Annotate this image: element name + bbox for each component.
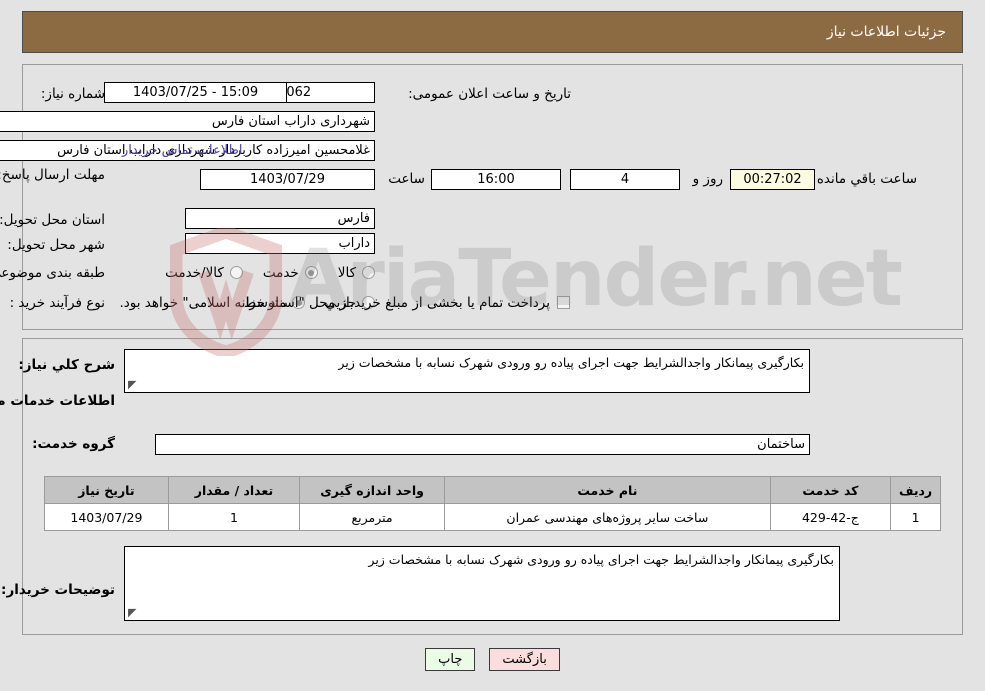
deadline-row: مهلت ارسال پاسخ: تا تاریخ: xyxy=(0,166,105,204)
province-label: استان محل تحویل: xyxy=(0,211,105,228)
buyer-contact-link[interactable]: اطلاعات تماس خریدار xyxy=(122,143,242,158)
days-remaining-field[interactable]: 4 xyxy=(570,169,680,190)
resize-grip-icon[interactable]: ◥ xyxy=(128,378,138,391)
days-label: روز و xyxy=(692,171,723,187)
province-row: استان محل تحویل: xyxy=(0,208,105,231)
page-title: جزئیات اطلاعات نیاز xyxy=(826,24,946,40)
buyer-notes-resize-grip-icon[interactable]: ◥ xyxy=(128,606,138,619)
hour-label: ساعت xyxy=(388,171,425,187)
category-option-khedmat-label: خدمت xyxy=(262,264,299,281)
column-header-date: تاریخ نیاز xyxy=(44,476,169,504)
general-description-label: شرح کلي نیاز: xyxy=(18,357,115,373)
page-header: جزئیات اطلاعات نیاز xyxy=(22,11,963,53)
column-header-index: ردیف xyxy=(890,476,941,504)
category-row: طبقه بندی موضوعی: xyxy=(0,261,105,284)
category-label: طبقه بندی موضوعی: xyxy=(0,264,105,281)
category-option-kala-khedmat[interactable]: کالا/خدمت xyxy=(165,265,243,281)
radio-khedmat-icon[interactable] xyxy=(304,266,318,279)
treasury-checkbox[interactable] xyxy=(557,296,570,309)
cell-quantity: 1 xyxy=(167,503,301,531)
category-option-kala-khedmat-label: کالا/خدمت xyxy=(165,264,224,281)
cell-date: 1403/07/29 xyxy=(44,503,169,531)
table-header-row: ردیف کد خدمت نام خدمت واحد اندازه گیری ت… xyxy=(44,476,941,504)
category-option-kala[interactable]: کالا xyxy=(338,265,375,281)
general-description-value: بکارگیری پیمانکار واجدالشرایط جهت اجرای … xyxy=(338,355,804,370)
deadline-time-field[interactable]: 16:00 xyxy=(431,169,561,190)
buyer-notes-textarea[interactable]: بکارگیری پیمانکار واجدالشرایط جهت اجرای … xyxy=(124,546,840,621)
deadline-date-field[interactable]: 1403/07/29 xyxy=(200,169,375,190)
column-header-unit: واحد اندازه گیری xyxy=(299,476,445,504)
buyer-notes-label: توضیحات خریدار: xyxy=(1,582,115,598)
tender-details-page: AriaTender.net جزئیات اطلاعات نیاز شماره… xyxy=(0,0,985,691)
buyer-notes-value: بکارگیری پیمانکار واجدالشرایط جهت اجرای … xyxy=(368,552,834,567)
category-option-khedmat[interactable]: خدمت xyxy=(263,265,318,281)
city-field[interactable]: داراب xyxy=(185,233,375,254)
radio-kala-icon[interactable] xyxy=(362,266,375,279)
category-radio-group: کالا خدمت کالا/خدمت xyxy=(145,261,375,284)
column-header-code: کد خدمت xyxy=(769,476,892,504)
deadline-label: مهلت ارسال پاسخ: تا تاریخ: xyxy=(0,167,105,183)
public-announce-row: تاریخ و ساعت اعلان عمومی: xyxy=(408,82,571,105)
service-items-table: ردیف کد خدمت نام خدمت واحد اندازه گیری ت… xyxy=(44,476,941,531)
buyer-org-field[interactable]: شهرداری داراب استان فارس xyxy=(0,111,375,132)
public-announce-label: تاریخ و ساعت اعلان عمومی: xyxy=(408,85,571,102)
print-button[interactable]: چاپ xyxy=(425,648,476,671)
radio-kala-khedmat-icon[interactable] xyxy=(229,266,243,279)
need-number-label: شماره نیاز: xyxy=(40,85,105,102)
cell-code: ج-42-429 xyxy=(769,503,892,531)
general-description-textarea[interactable]: بکارگیری پیمانکار واجدالشرایط جهت اجرای … xyxy=(124,349,810,393)
services-heading: اطلاعات خدمات مورد نیاز xyxy=(0,393,115,409)
province-field[interactable]: فارس xyxy=(185,208,375,229)
column-header-name: نام خدمت xyxy=(443,476,771,504)
treasury-checkbox-label: پرداخت تمام یا بخشی از مبلغ خرید،از محل … xyxy=(119,294,550,311)
cell-unit: مترمربع xyxy=(299,503,445,531)
city-row: شهر محل تحویل: xyxy=(7,233,105,256)
column-header-quantity: تعداد / مقدار xyxy=(167,476,301,504)
category-option-kala-label: کالا xyxy=(337,264,356,281)
cell-index: 1 xyxy=(890,503,941,531)
action-buttons: بازگشت چاپ xyxy=(0,648,985,671)
table-row: 1 ج-42-429 ساخت سایر پروژه‌های مهندسی عم… xyxy=(44,503,941,531)
back-button[interactable]: بازگشت xyxy=(489,648,560,671)
service-group-label: گروه خدمت: xyxy=(32,436,115,452)
countdown-timer: 00:27:02 xyxy=(730,169,815,190)
need-number-row: شماره نیاز: xyxy=(41,82,105,105)
cell-name: ساخت سایر پروژه‌های مهندسی عمران xyxy=(443,503,771,531)
service-group-field[interactable]: ساختمان xyxy=(155,434,810,455)
public-announce-field[interactable]: 15:09 - 1403/07/25 xyxy=(104,82,287,103)
city-label: شهر محل تحویل: xyxy=(7,236,105,253)
remaining-label: ساعت باقي مانده xyxy=(816,171,917,187)
process-label: نوع فرآیند خرید : xyxy=(9,294,105,311)
process-row: نوع فرآیند خرید : xyxy=(10,291,105,314)
treasury-checkbox-row[interactable]: پرداخت تمام یا بخشی از مبلغ خرید،از محل … xyxy=(119,291,570,314)
